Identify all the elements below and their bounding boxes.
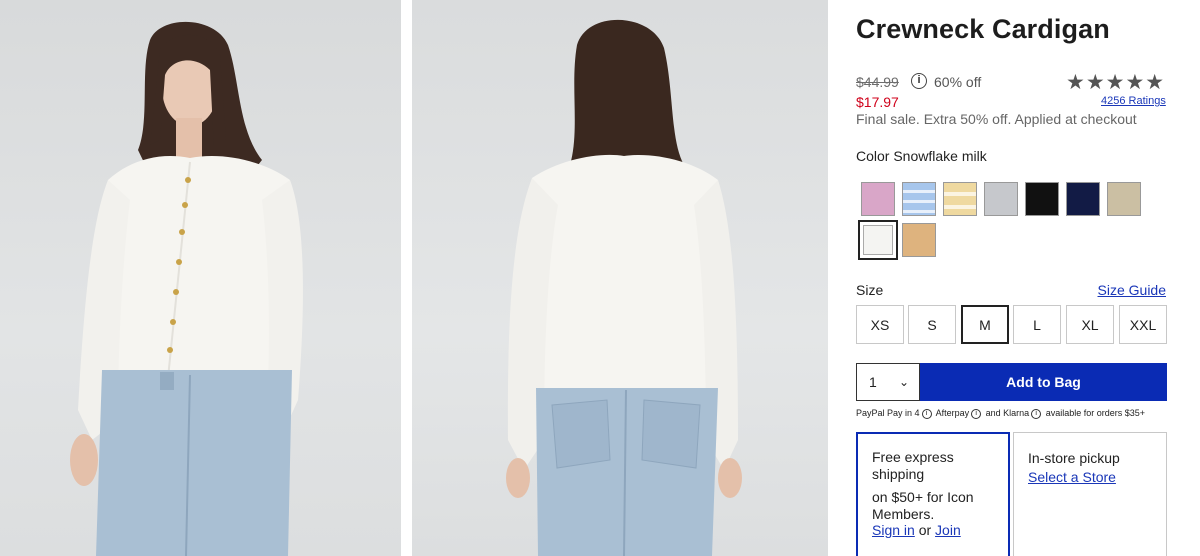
discount-text: 60% off — [934, 74, 982, 90]
size-xl-button[interactable]: XL — [1066, 305, 1114, 344]
swatch-pink[interactable] — [861, 182, 895, 216]
quantity-value: 1 — [869, 374, 877, 390]
size-xs-button[interactable]: XS — [856, 305, 904, 344]
payment-options-line: PayPal Pay in 4i Afterpay i and Klarna i a… — [856, 408, 1145, 419]
model-front-illustration — [70, 21, 303, 556]
sale-price: $17.97 — [856, 94, 899, 110]
paypal-text: PayPal Pay in 4 — [856, 408, 920, 418]
swatch-black[interactable] — [1025, 182, 1059, 216]
select-store-link[interactable]: Select a Store — [1028, 468, 1152, 487]
product-title: Crewneck Cardigan — [856, 14, 1110, 44]
swatch-blue-stripe[interactable] — [902, 182, 936, 216]
product-info-panel: Crewneck Cardigan $44.99 i 60% off $17.9… — [856, 0, 1200, 556]
swatch-snowflake-milk[interactable] — [858, 220, 898, 260]
rating-stars-icon: ★★★★★ — [1066, 71, 1166, 94]
ratings-link[interactable]: 4256 Ratings — [1101, 95, 1166, 107]
shipping-option[interactable]: Free express shipping on $50+ for Icon M… — [856, 432, 1010, 556]
klarna-text: Klarna — [1003, 408, 1030, 418]
shipping-detail: on $50+ for Icon Members. — [872, 489, 974, 522]
size-xxl-button[interactable]: XXL — [1119, 305, 1167, 344]
size-m-button[interactable]: M — [961, 305, 1009, 344]
info-icon[interactable]: i — [911, 73, 927, 89]
join-link[interactable]: Join — [935, 522, 961, 538]
info-icon[interactable]: i — [921, 408, 932, 419]
size-l-button[interactable]: L — [1013, 305, 1061, 344]
swatch-yellow-stripe[interactable] — [943, 182, 977, 216]
info-icon[interactable]: i — [971, 408, 982, 419]
size-s-button[interactable]: S — [908, 305, 956, 344]
shipping-title: Free express shipping — [872, 449, 954, 482]
pickup-title: In-store pickup — [1028, 450, 1120, 466]
and-text: and — [985, 408, 1001, 418]
or-text: or — [918, 522, 932, 538]
color-label: Color Snowflake milk — [856, 148, 987, 164]
swatch-navy[interactable] — [1066, 182, 1100, 216]
size-label: Size — [856, 282, 884, 298]
sign-in-join-line: Sign in or Join — [872, 522, 996, 539]
chevron-down-icon: ⌄ — [898, 375, 909, 389]
add-to-bag-button[interactable]: Add to Bag — [920, 363, 1167, 401]
original-price: $44.99 — [856, 74, 899, 90]
payment-availability-text: available for orders $35+ — [1045, 408, 1145, 418]
size-guide-link[interactable]: Size Guide — [1098, 282, 1166, 298]
product-image-back[interactable] — [412, 0, 828, 556]
swatch-oatmeal[interactable] — [1107, 182, 1141, 216]
quantity-select[interactable]: 1 ⌄ — [856, 363, 920, 401]
pickup-option[interactable]: In-store pickup Select a Store — [1013, 432, 1167, 556]
product-image-front[interactable] — [0, 0, 401, 556]
sign-in-link[interactable]: Sign in — [872, 522, 915, 538]
swatch-camel[interactable] — [902, 223, 936, 257]
swatch-grey[interactable] — [984, 182, 1018, 216]
model-back-illustration — [506, 19, 742, 556]
afterpay-text: Afterpay — [935, 408, 970, 418]
final-sale-note: Final sale. Extra 50% off. Applied at ch… — [856, 111, 1137, 127]
info-icon[interactable]: i — [1031, 408, 1042, 419]
